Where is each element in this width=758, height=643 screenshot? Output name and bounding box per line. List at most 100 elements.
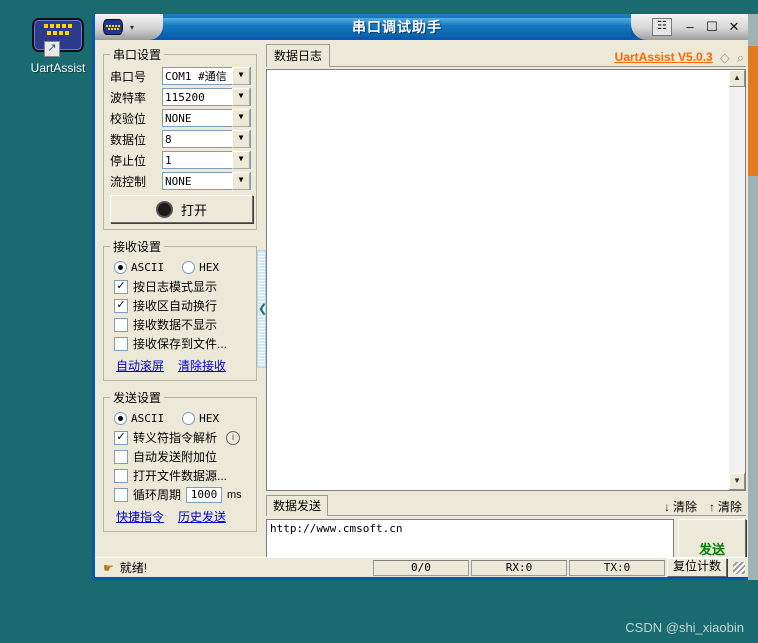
parity-value: NONE: [165, 111, 192, 125]
scroll-up-button[interactable]: ▲: [729, 70, 745, 87]
link-clear-receive[interactable]: 清除接收: [178, 357, 226, 374]
collapse-pane-icon[interactable]: ❮: [258, 303, 267, 314]
checkbox-label: 接收保存到文件...: [133, 337, 228, 351]
arrow-down-icon: ↓: [663, 499, 670, 514]
desktop-shortcut-label: UartAssist: [30, 61, 86, 75]
field-baudrate: 波特率 115200 ▼: [110, 88, 251, 106]
bell-icon[interactable]: ⌕: [737, 51, 744, 64]
stopbits-value: 1: [165, 153, 172, 167]
pane-splitter[interactable]: ❮: [257, 40, 267, 577]
clear-receive-button[interactable]: ↓ 清除: [664, 498, 697, 515]
radio-receive-hex[interactable]: [182, 261, 196, 274]
close-button[interactable]: ✕: [724, 19, 744, 36]
tx-counter: TX:0: [568, 559, 665, 576]
parity-combobox[interactable]: NONE ▼: [162, 109, 251, 127]
checkbox-auto-append[interactable]: 自动发送附加位: [114, 448, 251, 465]
window-scrollbar-thumb[interactable]: [748, 46, 758, 176]
chevron-down-icon[interactable]: ▼: [232, 88, 250, 106]
open-port-label: 打开: [180, 202, 207, 218]
checkbox-log-mode[interactable]: ✓ 按日志模式显示: [114, 278, 251, 295]
log-textarea[interactable]: [266, 69, 729, 491]
reset-counters-button[interactable]: 复位计数: [666, 558, 727, 577]
resize-grip[interactable]: [733, 561, 745, 574]
log-scrollbar[interactable]: ▲ ▼: [729, 69, 746, 491]
send-mode-radios: ASCII HEX: [114, 412, 251, 425]
rx-counter: RX:0: [470, 559, 567, 576]
checkbox-hide-received[interactable]: 接收数据不显示: [114, 316, 251, 333]
port-combobox[interactable]: COM1 #通信 ▼: [162, 67, 251, 85]
checkbox-icon[interactable]: [114, 468, 128, 483]
checkbox-escape-parse[interactable]: ✓ 转义符指令解析 i: [114, 429, 251, 446]
checkbox-label: 自动发送附加位: [133, 450, 218, 464]
checkbox-icon[interactable]: [114, 449, 128, 464]
baudrate-label: 波特率: [110, 90, 147, 105]
checkbox-icon[interactable]: [114, 317, 128, 332]
checkbox-cycle-period[interactable]: 循环周期 1000 ms: [114, 486, 251, 503]
tab-data-send[interactable]: 数据发送: [266, 495, 329, 516]
pin-window-icon[interactable]: ☷: [652, 18, 672, 36]
link-send-history[interactable]: 历史发送: [178, 508, 226, 525]
open-port-button[interactable]: 打开: [110, 195, 253, 223]
checkbox-icon[interactable]: [114, 487, 128, 502]
radio-receive-ascii[interactable]: [114, 261, 127, 274]
info-icon[interactable]: i: [226, 430, 241, 445]
chevron-down-icon[interactable]: ▼: [232, 67, 250, 85]
databits-label: 数据位: [110, 132, 147, 147]
diamond-icon[interactable]: ◇: [720, 51, 730, 64]
send-settings-group: 发送设置 ASCII HEX ✓ 转义符指令解析 i 自动发送附加位 打开文件数…: [103, 389, 257, 532]
checkbox-icon[interactable]: ✓: [114, 279, 128, 294]
receive-settings-group: 接收设置 ASCII HEX ✓ 按日志模式显示 ✓ 接收区自动换行 接收数据不…: [103, 238, 257, 381]
checkbox-open-file-source[interactable]: 打开文件数据源...: [114, 467, 251, 484]
checkbox-label: 接收数据不显示: [133, 318, 218, 332]
checkbox-label: 打开文件数据源...: [133, 469, 228, 483]
cycle-period-label: 循环周期: [133, 488, 182, 502]
scroll-down-button[interactable]: ▼: [729, 473, 745, 490]
baudrate-value: 115200: [165, 90, 205, 104]
clear-send-button[interactable]: ↑ 清除: [709, 498, 742, 515]
maximize-button[interactable]: ☐: [702, 19, 722, 36]
receive-mode-radios: ASCII HEX: [114, 261, 251, 274]
checkbox-save-to-file[interactable]: 接收保存到文件...: [114, 335, 251, 352]
system-menu-area[interactable]: ▾: [95, 14, 163, 40]
checkbox-icon[interactable]: ✓: [114, 430, 128, 445]
chevron-down-icon[interactable]: ▾: [130, 23, 134, 32]
databits-combobox[interactable]: 8 ▼: [162, 130, 251, 148]
tab-data-log[interactable]: 数据日志: [266, 44, 331, 67]
link-auto-scroll[interactable]: 自动滚屏: [116, 357, 164, 374]
checkbox-auto-wrap[interactable]: ✓ 接收区自动换行: [114, 297, 251, 314]
minimize-button[interactable]: –: [680, 19, 700, 36]
stopbits-combobox[interactable]: 1 ▼: [162, 151, 251, 169]
chevron-down-icon[interactable]: ▼: [232, 151, 250, 169]
send-hex-label: HEX: [199, 412, 219, 425]
flowcontrol-combobox[interactable]: NONE ▼: [162, 172, 251, 190]
splitter-grip[interactable]: ❮: [257, 249, 267, 368]
parity-label: 校验位: [110, 111, 147, 126]
title-bar[interactable]: ▾ 串口调试助手 ☷ – ☐ ✕: [95, 14, 749, 40]
checkbox-icon[interactable]: [114, 336, 128, 351]
system-menu-icon[interactable]: [103, 19, 123, 35]
stopbits-label: 停止位: [110, 153, 147, 168]
radio-send-ascii[interactable]: [114, 412, 127, 425]
send-settings-legend: 发送设置: [113, 391, 162, 405]
checkbox-icon[interactable]: ✓: [114, 298, 128, 313]
field-databits: 数据位 8 ▼: [110, 130, 251, 148]
status-counters: 0/0 RX:0 TX:0 复位计数: [372, 558, 747, 577]
field-flowcontrol: 流控制 NONE ▼: [110, 172, 251, 190]
baudrate-combobox[interactable]: 115200 ▼: [162, 88, 251, 106]
power-led-icon: [155, 200, 173, 218]
settings-pane: 串口设置 串口号 COM1 #通信 ▼ 波特率 115200 ▼ 校验位 NON…: [95, 40, 257, 577]
checkbox-label: 接收区自动换行: [133, 299, 218, 313]
send-links: 快捷指令 历史发送: [116, 508, 251, 525]
desktop-shortcut-uartassist[interactable]: ↗ UartAssist: [22, 18, 94, 75]
window-scrollbar[interactable]: [748, 14, 758, 580]
brand-version-link[interactable]: UartAssist V5.0.3: [615, 50, 713, 64]
chevron-down-icon[interactable]: ▼: [232, 109, 250, 127]
cycle-period-input[interactable]: 1000: [186, 486, 223, 503]
radio-send-hex[interactable]: [182, 412, 196, 425]
receive-ascii-label: ASCII: [131, 261, 165, 274]
chevron-down-icon[interactable]: ▼: [232, 130, 250, 148]
chevron-down-icon[interactable]: ▼: [232, 172, 250, 190]
port-value: COM1 #通信: [165, 70, 227, 83]
link-quick-commands[interactable]: 快捷指令: [116, 508, 164, 525]
field-parity: 校验位 NONE ▼: [110, 109, 251, 127]
